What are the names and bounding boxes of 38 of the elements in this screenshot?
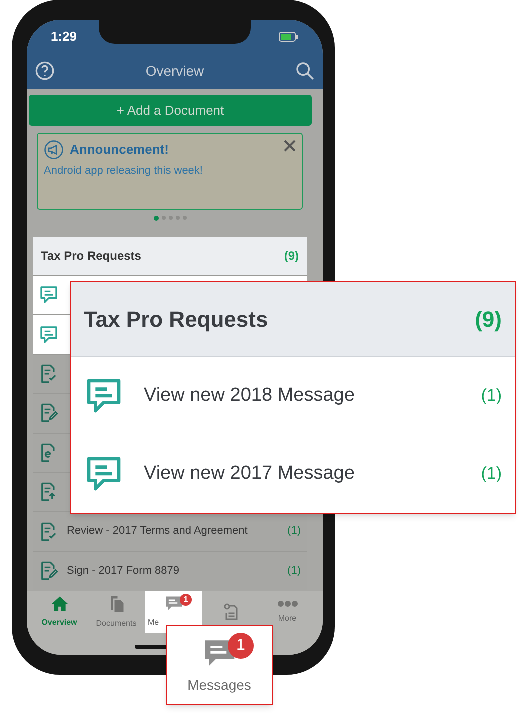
help-icon[interactable] [35,61,55,81]
more-icon [276,600,298,608]
search-icon[interactable] [294,61,315,81]
row-count: (1) [288,564,301,579]
message-link[interactable]: View new 2018 Message [144,382,462,410]
documents-icon [108,594,124,612]
row-label: Sign - 2017 Form 8879 [67,564,181,579]
announcement-title: Announcement! [70,141,169,160]
document-pen-icon [39,402,59,424]
messages-label: Messages [188,676,252,695]
battery-icon [279,32,299,42]
megaphone-icon [44,140,64,160]
message-count: (1) [481,463,502,486]
speech-bubble-icon [164,596,182,612]
document-check-icon [39,362,59,385]
close-icon[interactable] [284,140,296,152]
status-time: 1:29 [51,28,78,46]
document-gear-icon [222,603,238,621]
tab[interactable]: Documents [88,591,145,633]
message-link[interactable]: View new 2017 Message [144,460,462,488]
add-document-button[interactable]: + Add a Document [29,95,312,126]
messages-tooltip[interactable]: Messages 1 [166,625,273,705]
row-count: (1) [288,524,301,540]
callout-title: Tax Pro Requests [84,306,268,334]
row-label: Review - 2017 Terms and Agreement [67,524,249,540]
notification-badge: 1 [228,633,254,659]
speech-bubble-icon [39,324,59,345]
speech-bubble-icon [39,285,59,306]
notification-badge: 1 [180,594,192,606]
section-title: Tax Pro Requests [41,248,142,265]
home-icon [50,596,68,612]
announcement-text: Android app releasing this week! [44,164,204,179]
section-count: (9) [284,248,299,265]
header-title: Overview [146,62,204,80]
callout-count: (9) [475,306,502,334]
message-count: (1) [481,385,502,408]
document-check-icon [39,520,59,543]
document-pen-icon [39,560,59,582]
